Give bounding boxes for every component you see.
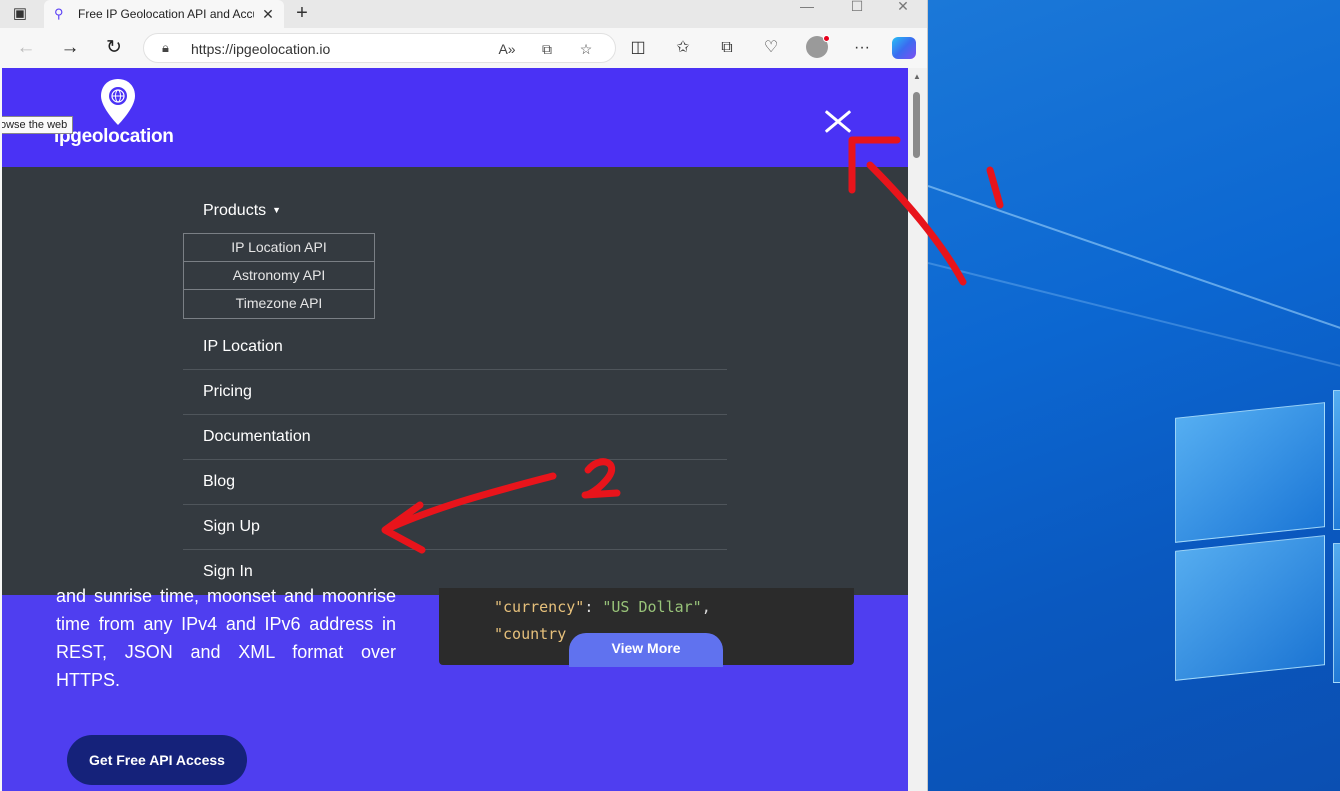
menu-item-products[interactable]: Products ▼ [203, 202, 281, 220]
forward-icon[interactable]: → [57, 36, 83, 60]
more-options-icon[interactable]: ··· [849, 36, 875, 60]
address-bar[interactable]: 🔒︎ https://ipgeolocation.io A» ⧉ ☆ [143, 33, 616, 63]
tab-actions-icon[interactable]: ▣ [10, 5, 30, 23]
location-pin-icon: ⚲ [54, 6, 64, 21]
menu-item-documentation[interactable]: Documentation [183, 415, 727, 460]
web-page: ipgeolocation owse the web Products ▼ IP … [2, 68, 908, 791]
browser-tab[interactable]: ⚲ Free IP Geolocation API and Accu ✕ [44, 0, 284, 28]
caret-down-icon: ▼ [272, 205, 282, 215]
copilot-icon[interactable] [892, 37, 916, 59]
url-text[interactable]: https://ipgeolocation.io [191, 41, 330, 57]
mobile-nav-menu: Products ▼ IP Location API Astronomy API … [2, 167, 908, 595]
menu-item-label: Products [203, 202, 267, 219]
new-tab-icon[interactable]: + [290, 2, 314, 26]
browser-window: ▣ ⚲ Free IP Geolocation API and Accu ✕ +… [0, 0, 928, 791]
split-screen-icon[interactable]: ◫ [625, 36, 651, 60]
menu-item-ip-location[interactable]: IP Location [183, 325, 727, 370]
browser-essentials-icon[interactable]: ♡ [758, 36, 784, 60]
menu-item-pricing[interactable]: Pricing [183, 370, 727, 415]
site-header: ipgeolocation owse the web [2, 68, 908, 167]
code-line: "country [494, 625, 567, 643]
scroll-up-icon[interactable]: ▲ [913, 72, 921, 81]
menu-item-sign-up[interactable]: Sign Up [183, 505, 727, 550]
windows-logo [1175, 390, 1340, 690]
submenu-item-ip-location-api[interactable]: IP Location API [184, 234, 374, 262]
window-close-icon[interactable]: ✕ [880, 0, 926, 28]
tooltip: owse the web [2, 116, 74, 134]
get-free-api-access-button[interactable]: Get Free API Access [67, 735, 247, 785]
tab-close-icon[interactable]: ✕ [260, 6, 276, 23]
menu-item-blog[interactable]: Blog [183, 460, 727, 505]
hero-description: and sunrise time, moonset and moonrise t… [56, 586, 396, 690]
minimize-icon[interactable]: — [784, 0, 830, 28]
lock-icon[interactable]: 🔒︎ [162, 40, 169, 56]
scrollbar-thumb[interactable] [913, 92, 920, 158]
tab-bar: ▣ ⚲ Free IP Geolocation API and Accu ✕ +… [0, 0, 927, 28]
view-more-button[interactable]: View More [569, 633, 723, 667]
back-icon[interactable]: ← [13, 36, 39, 60]
close-menu-icon[interactable] [820, 104, 856, 140]
tab-title: Free IP Geolocation API and Accu [78, 7, 254, 21]
favorite-star-icon[interactable]: ☆ [575, 39, 597, 59]
scrollbar[interactable]: ▲ [908, 68, 927, 791]
browser-toolbar: ← → ↻ 🔒︎ https://ipgeolocation.io A» ⧉ ☆… [0, 28, 927, 68]
logo-pin-icon [101, 79, 135, 125]
read-aloud-icon[interactable]: A» [496, 39, 518, 59]
menu-list: IP Location Pricing Documentation Blog S… [183, 325, 727, 595]
code-line: "currency": "US Dollar", [494, 598, 711, 616]
profile-avatar[interactable] [806, 35, 830, 58]
refresh-icon[interactable]: ↻ [101, 36, 127, 60]
products-submenu: IP Location API Astronomy API Timezone A… [183, 233, 375, 319]
collections-icon[interactable]: ⧉ [714, 36, 740, 60]
favorites-icon[interactable]: ✩ [670, 36, 696, 60]
submenu-item-timezone-api[interactable]: Timezone API [184, 290, 374, 318]
submenu-item-astronomy-api[interactable]: Astronomy API [184, 262, 374, 290]
maximize-icon[interactable]: ☐ [834, 0, 880, 28]
app-available-icon[interactable]: ⧉ [536, 39, 558, 59]
notification-dot [823, 35, 830, 42]
